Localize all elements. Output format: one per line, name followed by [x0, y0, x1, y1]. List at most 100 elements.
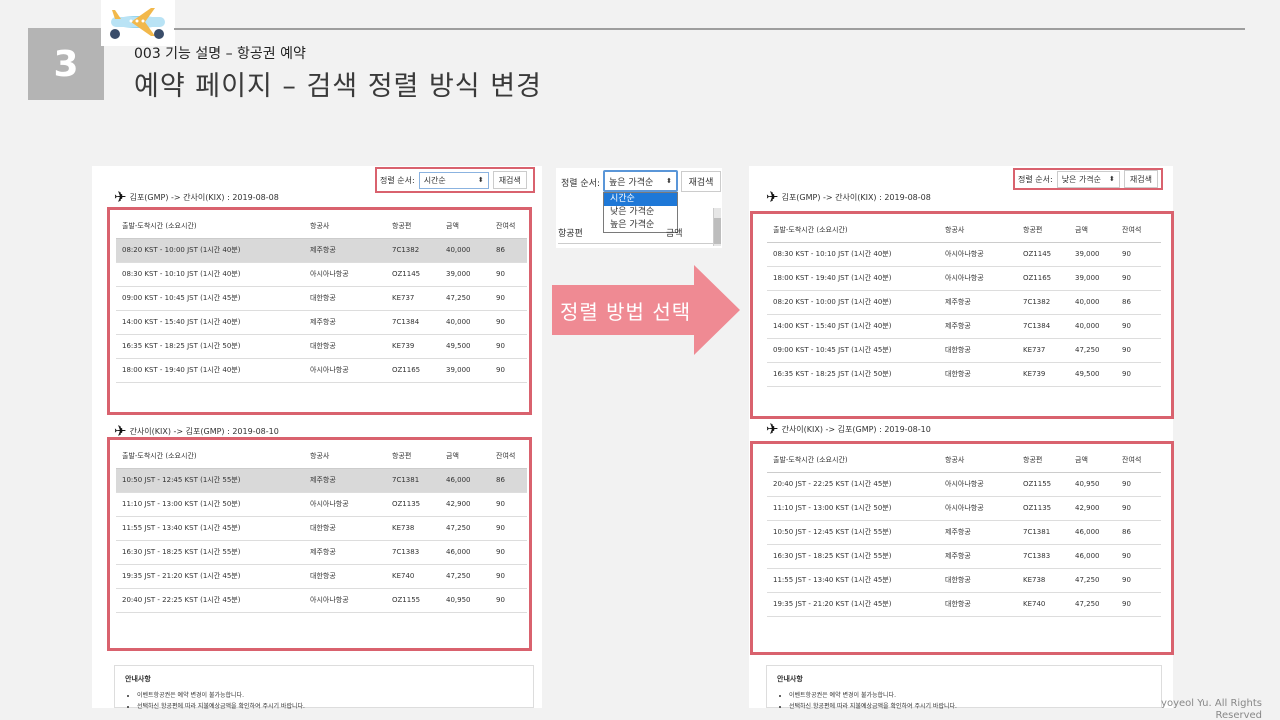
sort-option[interactable]: 낮은 가격순: [604, 206, 677, 219]
table-row[interactable]: 16:30 JST - 18:25 KST (1시간 55분) 제주항공 7C138…: [767, 544, 1161, 569]
select-caret-icon: ⬍: [666, 177, 672, 185]
table-row[interactable]: 18:00 KST - 19:40 JST (1시간 40분) 아시아나항공 OZ1…: [767, 266, 1161, 291]
table-row[interactable]: 14:00 KST - 15:40 JST (1시간 40분) 제주항공 7C138…: [767, 314, 1161, 339]
cell-price: 46,000: [1069, 544, 1116, 569]
cell-flight: 7C1383: [1017, 544, 1069, 569]
cell-seats: 90: [490, 588, 527, 613]
right-outbound-table-box: 출발-도착시간 (소요시간) 항공사 항공편 금액 잔여석 08:30 KST …: [750, 211, 1174, 419]
table-row[interactable]: 16:35 KST - 18:25 JST (1시간 50분) 대한항공 KE739…: [767, 362, 1161, 387]
sort-select[interactable]: 시간순 ⬍: [418, 171, 489, 189]
cell-price: 42,900: [1069, 496, 1116, 521]
cell-time: 19:35 JST - 21:20 KST (1시간 45분): [767, 592, 939, 617]
return-flight-table: 출발-도착시간 (소요시간) 항공사 항공편 금액 잔여석 20:40 JST …: [767, 448, 1161, 617]
table-row[interactable]: 19:35 JST - 21:20 KST (1시간 45분) 대한항공 KE740…: [116, 564, 527, 589]
outbound-route: ✈ 김포(GMP) -> 간사이(KIX) : 2019-08-08: [114, 190, 279, 205]
right-notice-box: 안내사항 이벤트항공권은 예약 변경이 불가능합니다. 선택하신 항공편에 따라…: [766, 665, 1162, 710]
cell-price: 39,000: [440, 262, 490, 287]
cell-price: 40,000: [1069, 314, 1116, 339]
slide-title: 예약 페이지 – 검색 정렬 방식 변경: [134, 71, 542, 102]
table-row[interactable]: 16:30 JST - 18:25 KST (1시간 55분) 제주항공 7C138…: [116, 540, 527, 565]
cell-seats: 90: [490, 310, 527, 335]
cell-price: 49,500: [440, 334, 490, 359]
cell-time: 08:20 KST - 10:00 JST (1시간 40분): [116, 238, 304, 263]
table-row[interactable]: 11:10 JST - 13:00 KST (1시간 50분) 아시아나항공 OZ1…: [116, 492, 527, 517]
table-row[interactable]: 14:00 KST - 15:40 JST (1시간 40분) 제주항공 7C138…: [116, 310, 527, 335]
table-row[interactable]: 09:00 KST - 10:45 JST (1시간 45분) 대한항공 KE737…: [116, 286, 527, 311]
cell-flight: KE737: [386, 286, 440, 311]
cell-price: 46,000: [440, 468, 490, 493]
cell-airline: 아시아나항공: [939, 242, 1017, 267]
cell-seats: 90: [1116, 314, 1161, 339]
research-button[interactable]: 재검색: [1123, 170, 1158, 188]
scrollbar[interactable]: [713, 208, 721, 246]
cell-time: 16:30 JST - 18:25 KST (1시간 55분): [767, 544, 939, 569]
cell-time: 20:40 JST - 22:25 KST (1시간 45분): [116, 588, 304, 613]
cell-time: 18:00 KST - 19:40 JST (1시간 40분): [116, 358, 304, 383]
table-row[interactable]: 10:50 JST - 12:45 KST (1시간 55분) 제주항공 7C138…: [767, 520, 1161, 545]
table-row[interactable]: 20:40 JST - 22:25 KST (1시간 45분) 아시아나항공 OZ1…: [767, 472, 1161, 497]
table-row[interactable]: 19:35 JST - 21:20 KST (1시간 45분) 대한항공 KE740…: [767, 592, 1161, 617]
sort-select-open[interactable]: 높은 가격순 ⬍: [603, 170, 678, 192]
cell-seats: 90: [1116, 592, 1161, 617]
table-row[interactable]: 11:55 JST - 13:40 KST (1시간 45분) 대한항공 KE738…: [767, 568, 1161, 593]
right-return-table-box: 출발-도착시간 (소요시간) 항공사 항공편 금액 잔여석 20:40 JST …: [750, 441, 1174, 655]
cell-airline: 아시아나항공: [939, 496, 1017, 521]
copyright-footer: yoyeol Yu. All Rights Reserved: [1161, 698, 1262, 720]
scrollbar-thumb[interactable]: [714, 218, 721, 244]
table-row[interactable]: 08:30 KST - 10:10 JST (1시간 40분) 아시아나항공 OZ1…: [116, 262, 527, 287]
table-row[interactable]: 16:35 KST - 18:25 JST (1시간 50분) 대한항공 KE739…: [116, 334, 527, 359]
table-row[interactable]: 08:20 KST - 10:00 JST (1시간 40분) 제주항공 7C138…: [767, 290, 1161, 315]
cell-seats: 90: [490, 286, 527, 311]
sort-label: 정렬 순서:: [561, 179, 601, 189]
column-header: 금액: [1069, 448, 1116, 473]
research-button[interactable]: 재검색: [492, 171, 527, 189]
cell-seats: 86: [490, 238, 527, 263]
cell-seats: 90: [1116, 544, 1161, 569]
sort-select[interactable]: 낮은 가격순 ⬍: [1056, 170, 1120, 188]
cell-time: 11:10 JST - 13:00 KST (1시간 50분): [116, 492, 304, 517]
cell-seats: 90: [1116, 338, 1161, 363]
column-header: 항공사: [304, 444, 386, 469]
table-row[interactable]: 20:40 JST - 22:25 KST (1시간 45분) 아시아나항공 OZ1…: [116, 588, 527, 613]
sort-option[interactable]: 시간순: [604, 193, 677, 206]
cell-airline: 대한항공: [939, 592, 1017, 617]
cell-flight: OZ1155: [1017, 472, 1069, 497]
sort-label: 정렬 순서:: [1018, 174, 1053, 184]
table-row[interactable]: 09:00 KST - 10:45 JST (1시간 45분) 대한항공 KE737…: [767, 338, 1161, 363]
research-button[interactable]: 재검색: [681, 171, 721, 192]
cell-seats: 90: [490, 492, 527, 517]
cell-flight: OZ1145: [386, 262, 440, 287]
column-header: 항공편: [558, 229, 583, 239]
cell-seats: 90: [1116, 242, 1161, 267]
table-row[interactable]: 10:50 JST - 12:45 KST (1시간 55분) 제주항공 7C138…: [116, 468, 527, 493]
airplane-icon: ✈: [766, 420, 779, 438]
cell-price: 47,250: [1069, 568, 1116, 593]
cell-price: 40,000: [1069, 290, 1116, 315]
cell-airline: 제주항공: [304, 540, 386, 565]
column-header: 금액: [666, 229, 683, 239]
table-row[interactable]: 08:20 KST - 10:00 JST (1시간 40분) 제주항공 7C138…: [116, 238, 527, 263]
return-route: ✈ 간사이(KIX) -> 김포(GMP) : 2019-08-10: [766, 422, 931, 437]
cell-flight: 7C1381: [1017, 520, 1069, 545]
cell-price: 49,500: [1069, 362, 1116, 387]
cell-time: 09:00 KST - 10:45 JST (1시간 45분): [116, 286, 304, 311]
cell-airline: 제주항공: [939, 544, 1017, 569]
cell-airline: 대한항공: [304, 516, 386, 541]
cell-flight: 7C1381: [386, 468, 440, 493]
notice-item: 이벤트항공권은 예약 변경이 불가능합니다.: [789, 690, 1151, 699]
cell-airline: 대한항공: [304, 286, 386, 311]
cell-airline: 아시아나항공: [939, 266, 1017, 291]
outbound-flight-table: 출발-도착시간 (소요시간) 항공사 항공편 금액 잔여석 08:30 KST …: [767, 218, 1161, 387]
table-row[interactable]: 18:00 KST - 19:40 JST (1시간 40분) 아시아나항공 OZ1…: [116, 358, 527, 383]
notice-title: 안내사항: [777, 675, 803, 683]
cell-flight: OZ1145: [1017, 242, 1069, 267]
cell-time: 16:35 KST - 18:25 JST (1시간 50분): [116, 334, 304, 359]
table-row[interactable]: 08:30 KST - 10:10 JST (1시간 40분) 아시아나항공 OZ1…: [767, 242, 1161, 267]
table-row[interactable]: 11:55 JST - 13:40 KST (1시간 45분) 대한항공 KE738…: [116, 516, 527, 541]
column-header: 항공사: [304, 214, 386, 239]
column-header: 항공사: [939, 218, 1017, 243]
cell-seats: 90: [490, 358, 527, 383]
cell-flight: 7C1384: [386, 310, 440, 335]
left-return-table-box: 출발-도착시간 (소요시간) 항공사 항공편 금액 잔여석 10:50 JST …: [107, 437, 532, 651]
table-row[interactable]: 11:10 JST - 13:00 KST (1시간 50분) 아시아나항공 OZ1…: [767, 496, 1161, 521]
